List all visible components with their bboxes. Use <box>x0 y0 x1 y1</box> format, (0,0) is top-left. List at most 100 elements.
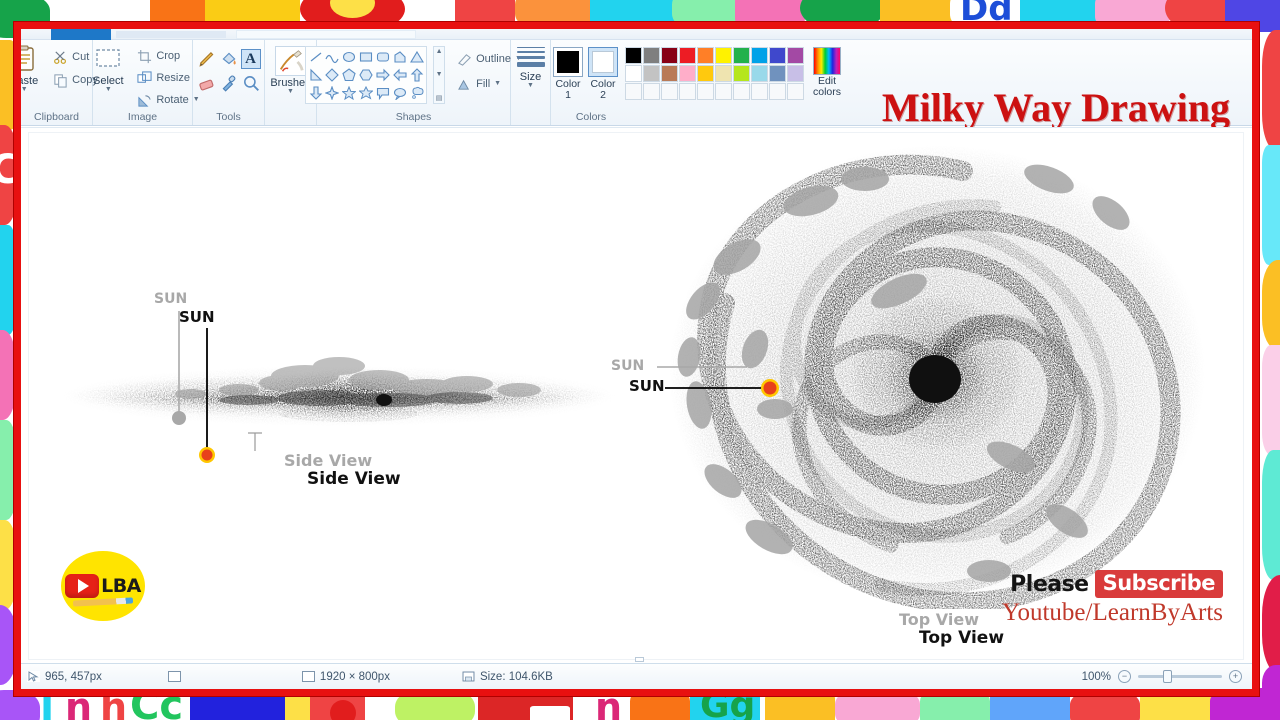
cloud-callout-shape[interactable] <box>410 86 424 100</box>
down-arrow-shape[interactable] <box>309 86 323 100</box>
palette-swatch[interactable] <box>661 47 678 64</box>
palette-swatch[interactable] <box>715 47 732 64</box>
right-arrow-shape[interactable] <box>376 68 390 82</box>
edit-colors-label[interactable]: Edit colors <box>813 76 841 98</box>
paint-bucket-icon[interactable] <box>220 50 238 68</box>
palette-swatch[interactable] <box>625 65 642 82</box>
palette-swatch[interactable] <box>643 47 660 64</box>
palette-swatch[interactable] <box>697 65 714 82</box>
canvas-scroll-area[interactable]: SUN SUN Side View Side View SUN SUN Top … <box>21 127 1252 663</box>
palette-swatch[interactable] <box>625 47 642 64</box>
rotate-button[interactable]: Rotate ▼ <box>137 90 200 110</box>
ribbon-group-tools: A Tools <box>193 40 265 125</box>
zoom-slider-thumb[interactable] <box>1163 670 1172 683</box>
up-arrow-shape[interactable] <box>410 68 424 82</box>
curve-shape[interactable] <box>325 50 339 64</box>
chevron-down-icon[interactable]: ▼ <box>527 82 534 89</box>
zoom-controls[interactable]: 100% − + <box>1082 670 1252 683</box>
subscribe-button[interactable]: Subscribe <box>1094 570 1223 598</box>
tab-home[interactable] <box>51 29 111 40</box>
palette-swatch[interactable] <box>787 65 804 82</box>
palette-swatch[interactable] <box>661 83 678 100</box>
drawing-title-text: Milky Way Drawing <box>881 85 1230 130</box>
paint-canvas[interactable]: SUN SUN Side View Side View SUN SUN Top … <box>28 132 1244 662</box>
pentagon-shape[interactable] <box>342 68 356 82</box>
color-palette[interactable] <box>625 47 804 100</box>
polygon-shape[interactable] <box>393 50 407 64</box>
palette-swatch[interactable] <box>679 47 696 64</box>
wallpaper-blob <box>1262 575 1280 675</box>
palette-swatch[interactable] <box>715 83 732 100</box>
four-point-star-shape[interactable] <box>325 86 340 100</box>
palette-swatch[interactable] <box>715 65 732 82</box>
palette-swatch[interactable] <box>733 83 750 100</box>
group-label-image: Image <box>127 111 158 123</box>
quick-access-toolbar[interactable] <box>116 31 226 38</box>
oval-shape[interactable] <box>342 50 356 64</box>
palette-swatch[interactable] <box>769 65 786 82</box>
palette-swatch[interactable] <box>697 83 714 100</box>
eyedropper-icon[interactable] <box>220 74 238 92</box>
palette-swatch[interactable] <box>661 65 678 82</box>
right-triangle-shape[interactable] <box>309 68 323 82</box>
color1-swatch[interactable] <box>553 47 583 77</box>
oval-callout-shape[interactable] <box>393 86 407 100</box>
magnifier-icon[interactable] <box>242 74 260 92</box>
chevron-down-icon[interactable]: ▼ <box>494 80 501 87</box>
canvas-resize-handle-bottom[interactable] <box>635 657 644 662</box>
crop-label: Crop <box>156 50 181 62</box>
palette-swatch[interactable] <box>787 83 804 100</box>
palette-swatch[interactable] <box>769 47 786 64</box>
color2-swatch[interactable] <box>588 47 618 77</box>
rounded-callout-shape[interactable] <box>376 86 390 100</box>
edit-colors-icon[interactable] <box>813 47 841 75</box>
resize-button[interactable]: Resize <box>137 68 199 88</box>
diamond-shape[interactable] <box>325 68 340 82</box>
palette-swatch[interactable] <box>733 47 750 64</box>
palette-swatch[interactable] <box>679 65 696 82</box>
text-tool-button[interactable]: A <box>240 49 261 69</box>
select-button[interactable]: Select ▼ <box>85 44 131 93</box>
paste-button[interactable]: Paste ▼ <box>21 44 47 93</box>
palette-swatch[interactable] <box>769 83 786 100</box>
palette-swatch[interactable] <box>787 47 804 64</box>
palette-swatch[interactable] <box>697 47 714 64</box>
palette-swatch[interactable] <box>751 83 768 100</box>
lba-logo-text: LBA <box>101 575 141 597</box>
ribbon-tabs[interactable] <box>236 30 416 39</box>
palette-swatch[interactable] <box>643 83 660 100</box>
chevron-down-icon[interactable]: ▼ <box>21 86 28 93</box>
shapes-gallery-scrollbar[interactable]: ▲ ▼ ▤ <box>433 46 446 104</box>
palette-swatch[interactable] <box>625 83 642 100</box>
palette-swatch[interactable] <box>751 65 768 82</box>
side-view-measure-tick <box>248 432 262 451</box>
eraser-icon[interactable] <box>198 74 216 92</box>
palette-swatch[interactable] <box>751 47 768 64</box>
group-label-clipboard: Clipboard <box>34 111 79 123</box>
palette-swatch[interactable] <box>733 65 750 82</box>
chevron-down-icon[interactable]: ▼ <box>105 86 112 93</box>
scroll-down-icon[interactable]: ▼ <box>436 71 443 78</box>
zoom-out-button[interactable]: − <box>1118 670 1131 683</box>
six-point-star-shape[interactable] <box>359 86 374 100</box>
zoom-in-button[interactable]: + <box>1229 670 1242 683</box>
five-point-star-shape[interactable] <box>342 86 357 100</box>
crop-button[interactable]: Crop <box>137 46 199 66</box>
line-shape[interactable] <box>309 50 323 64</box>
left-arrow-shape[interactable] <box>393 68 407 82</box>
shapes-gallery[interactable] <box>305 46 428 104</box>
scroll-more-icon[interactable]: ▤ <box>436 94 443 102</box>
paste-icon <box>21 45 34 71</box>
chevron-down-icon[interactable]: ▼ <box>287 88 294 95</box>
size-button[interactable]: Size ▼ <box>514 44 548 89</box>
rounded-rectangle-shape[interactable] <box>376 50 390 64</box>
rectangle-shape[interactable] <box>359 50 373 64</box>
palette-swatch[interactable] <box>679 83 696 100</box>
copy-icon <box>54 73 67 88</box>
pencil-icon[interactable] <box>198 50 216 68</box>
zoom-slider[interactable] <box>1138 670 1222 683</box>
scroll-up-icon[interactable]: ▲ <box>436 48 443 55</box>
hexagon-shape[interactable] <box>359 68 373 82</box>
triangle-shape[interactable] <box>409 50 424 64</box>
palette-swatch[interactable] <box>643 65 660 82</box>
